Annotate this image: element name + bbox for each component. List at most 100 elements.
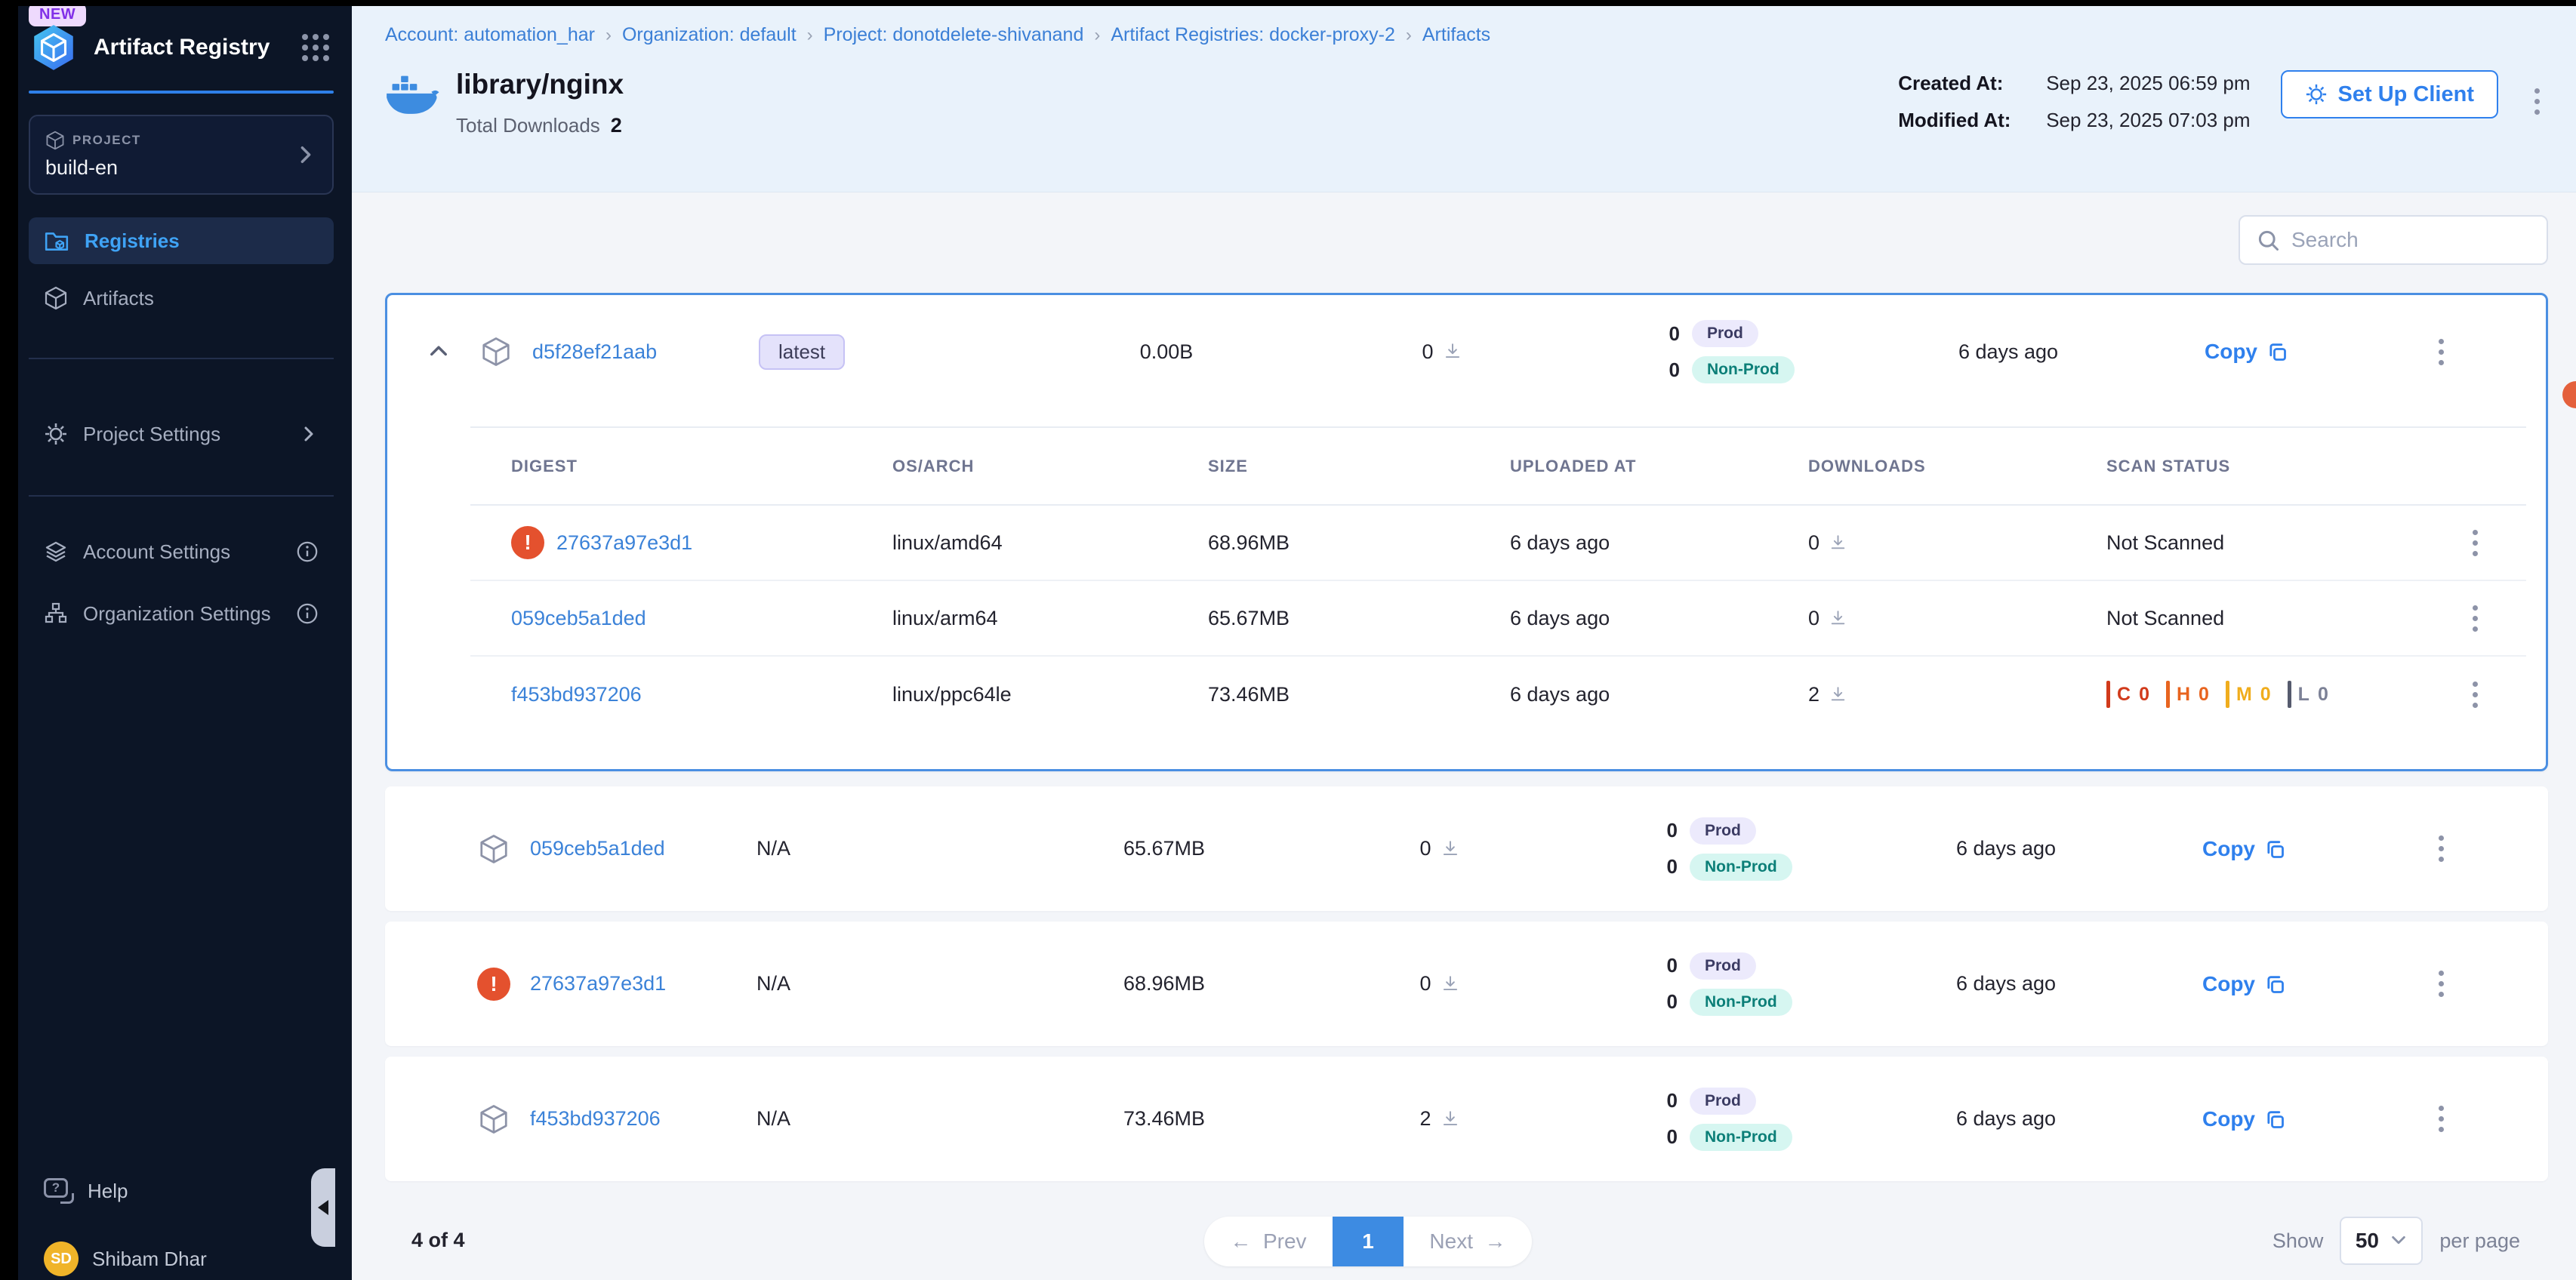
col-os-arch: OS/ARCH	[892, 457, 1208, 476]
version-downloads: 0	[1323, 972, 1557, 995]
digest-size: 68.96MB	[1208, 531, 1510, 555]
version-digest-link[interactable]: f453bd937206	[530, 1107, 661, 1130]
version-downloads: 0	[1323, 837, 1557, 860]
version-tag: N/A	[756, 972, 1006, 995]
nonprod-count: 0	[1662, 855, 1678, 878]
copy-button[interactable]: Copy	[2140, 340, 2352, 364]
sidebar-item-account-settings[interactable]: Account Settings	[29, 528, 334, 575]
version-deployments: 0Prod 0Non-Prod	[1557, 817, 1874, 881]
digest-link[interactable]: 27637a97e3d1	[556, 531, 692, 555]
page-size-group: Show 50 per page	[2272, 1217, 2520, 1265]
prod-pill: Prod	[1690, 1088, 1756, 1115]
nonprod-count: 0	[1662, 1125, 1678, 1149]
info-icon[interactable]	[296, 540, 319, 563]
page-1-button[interactable]: 1	[1333, 1217, 1404, 1266]
version-card: 059ceb5a1ded N/A 65.67MB 0 0Prod 0Non-Pr…	[385, 786, 2548, 911]
nonprod-count: 0	[1665, 358, 1680, 382]
version-row-expanded: d5f28ef21aab latest 0.00B 0 0 Prod 0 Non…	[387, 295, 2546, 408]
digest-kebab-menu[interactable]	[2465, 598, 2485, 639]
help-item[interactable]: Help	[29, 1168, 334, 1214]
download-icon	[1829, 534, 1847, 552]
version-kebab-menu[interactable]	[2431, 331, 2451, 373]
breadcrumb-organization[interactable]: Organization: default	[622, 24, 797, 46]
breadcrumb-project[interactable]: Project: donotdelete-shivanand	[824, 24, 1084, 46]
info-icon[interactable]	[296, 602, 319, 625]
version-digest-link[interactable]: d5f28ef21aab	[532, 340, 657, 363]
breadcrumb-separator: ›	[1406, 25, 1412, 46]
total-downloads: Total Downloads2	[456, 114, 624, 137]
project-selector[interactable]: PROJECT build-en	[29, 115, 334, 195]
digest-row: f453bd937206 linux/ppc64le 73.46MB 6 day…	[470, 657, 2526, 732]
help-icon	[44, 1178, 74, 1204]
version-updated: 6 days ago	[1956, 1107, 2056, 1131]
breadcrumb-registry[interactable]: Artifact Registries: docker-proxy-2	[1111, 24, 1395, 46]
version-digest-link[interactable]: 27637a97e3d1	[530, 972, 666, 995]
project-cube-icon	[45, 131, 65, 150]
package-icon	[458, 1104, 530, 1134]
copy-button[interactable]: Copy	[2138, 972, 2350, 996]
version-card: f453bd937206 N/A 73.46MB 2 0Prod 0Non-Pr…	[385, 1057, 2548, 1181]
search-input[interactable]	[2291, 228, 2530, 252]
app-logo-row: Artifact Registry	[29, 23, 340, 72]
docker-icon	[385, 75, 439, 115]
toolbar	[385, 215, 2548, 265]
version-tag-badge: latest	[759, 334, 845, 370]
breadcrumb-account[interactable]: Account: automation_har	[385, 24, 595, 46]
setup-client-button[interactable]: Set Up Client	[2281, 70, 2498, 118]
chevron-down-icon	[2390, 1232, 2408, 1250]
page-size-select[interactable]: 50	[2340, 1217, 2423, 1265]
copy-button[interactable]: Copy	[2138, 837, 2350, 861]
digest-kebab-menu[interactable]	[2465, 522, 2485, 564]
digest-downloads: 0	[1808, 607, 2106, 630]
breadcrumb-separator: ›	[605, 25, 612, 46]
prev-page-button[interactable]: Prev	[1204, 1229, 1333, 1254]
prod-pill: Prod	[1692, 320, 1758, 347]
severity-medium: M0	[2226, 681, 2272, 708]
version-kebab-menu[interactable]	[2431, 1098, 2451, 1140]
digest-table: DIGEST OS/ARCH SIZE UPLOADED AT DOWNLOAD…	[470, 426, 2526, 732]
breadcrumb-artifacts[interactable]: Artifacts	[1422, 24, 1490, 46]
version-kebab-menu[interactable]	[2431, 963, 2451, 1005]
version-digest-link[interactable]: 059ceb5a1ded	[530, 837, 665, 860]
digest-downloads: 2	[1808, 683, 2106, 706]
sidebar-item-artifacts[interactable]: Artifacts	[29, 275, 334, 322]
result-count: 4 of 4	[411, 1229, 465, 1252]
copy-button[interactable]: Copy	[2138, 1107, 2350, 1131]
digest-os-arch: linux/amd64	[892, 531, 1208, 555]
sidebar-collapse-handle[interactable]	[311, 1168, 335, 1247]
total-downloads-value: 2	[611, 114, 622, 137]
digest-link[interactable]: f453bd937206	[511, 683, 642, 706]
sidebar-item-label: Registries	[85, 229, 319, 253]
header-kebab-menu[interactable]	[2527, 81, 2547, 122]
download-icon	[1829, 609, 1847, 628]
version-deployments: 0 Prod 0 Non-Prod	[1559, 320, 1876, 383]
version-size: 65.67MB	[1123, 837, 1205, 860]
breadcrumb-separator: ›	[807, 25, 813, 46]
app-window: NEW Artifact Registry PROJECT build-en	[0, 0, 2576, 1280]
digest-downloads: 0	[1808, 531, 2106, 555]
search-box	[2239, 215, 2548, 265]
sidebar-item-organization-settings[interactable]: Organization Settings	[29, 590, 334, 637]
digest-kebab-menu[interactable]	[2465, 674, 2485, 715]
digest-link[interactable]: 059ceb5a1ded	[511, 607, 646, 630]
sidebar-item-project-settings[interactable]: Project Settings	[29, 411, 334, 457]
version-tag: N/A	[756, 1107, 1006, 1131]
version-card: 27637a97e3d1 N/A 68.96MB 0 0Prod 0Non-Pr…	[385, 922, 2548, 1046]
app-switcher-icon[interactable]	[302, 34, 329, 61]
chevron-right-icon	[299, 424, 319, 444]
collapse-chevron-icon[interactable]	[418, 340, 460, 363]
prod-count: 0	[1662, 819, 1678, 842]
prod-pill: Prod	[1690, 817, 1756, 845]
warning-icon-cell	[458, 968, 530, 1001]
prod-count: 0	[1665, 322, 1680, 346]
artifact-meta: Created At: Sep 23, 2025 06:59 pm Modifi…	[1898, 72, 2250, 146]
sidebar-item-registries[interactable]: Registries	[29, 217, 334, 264]
project-label: PROJECT	[72, 133, 141, 148]
download-icon	[1441, 1109, 1460, 1129]
next-page-button[interactable]: Next	[1404, 1229, 1532, 1254]
scan-status: Not Scanned	[2106, 607, 2423, 630]
user-menu[interactable]: SD Shibam Dhar	[29, 1238, 334, 1280]
breadcrumb-separator: ›	[1094, 25, 1100, 46]
version-kebab-menu[interactable]	[2431, 828, 2451, 869]
nonprod-pill: Non-Prod	[1690, 989, 1792, 1016]
